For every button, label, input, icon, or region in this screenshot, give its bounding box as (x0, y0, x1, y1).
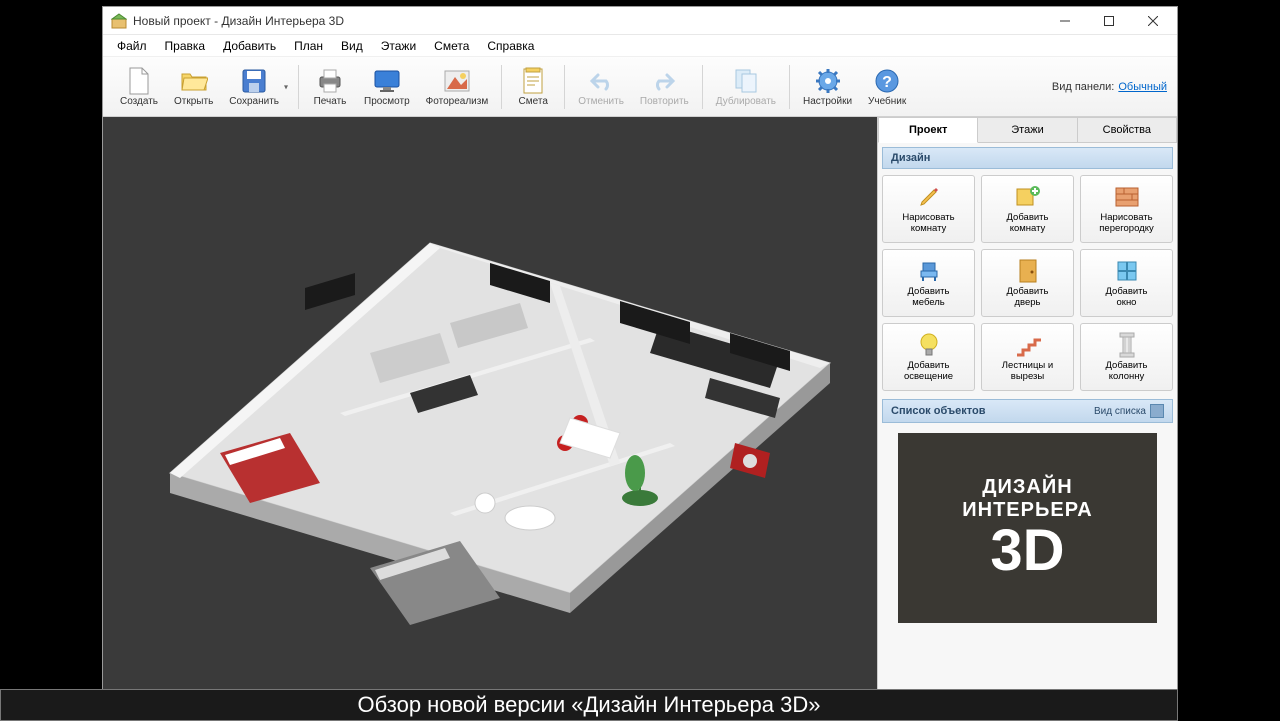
add-light-button[interactable]: Добавить освещение (882, 323, 975, 391)
window-title: Новый проект - Дизайн Интерьера 3D (133, 14, 1043, 28)
preview-button[interactable]: Просмотр (357, 60, 417, 114)
monitor-icon (373, 67, 401, 95)
redo-icon (650, 67, 678, 95)
svg-text:?: ? (882, 74, 892, 91)
3d-viewport[interactable] (103, 117, 877, 689)
titlebar: Новый проект - Дизайн Интерьера 3D (103, 7, 1177, 35)
window-icon (1114, 258, 1140, 284)
panel-mode: Вид панели: Обычный (1052, 81, 1167, 93)
save-icon (240, 67, 268, 95)
add-door-button[interactable]: Добавить дверь (981, 249, 1074, 317)
close-button[interactable] (1131, 7, 1175, 35)
create-button[interactable]: Создать (113, 60, 165, 114)
draw-room-button[interactable]: Нарисовать комнату (882, 175, 975, 243)
add-column-button[interactable]: Добавить колонну (1080, 323, 1173, 391)
menu-view[interactable]: Вид (333, 37, 371, 55)
maximize-button[interactable] (1087, 7, 1131, 35)
redo-button[interactable]: Повторить (633, 60, 696, 114)
app-window: Новый проект - Дизайн Интерьера 3D Файл … (102, 6, 1178, 690)
side-panel: Проект Этажи Свойства Дизайн Нарисовать … (877, 117, 1177, 689)
add-furniture-button[interactable]: Добавить мебель (882, 249, 975, 317)
side-tabs: Проект Этажи Свойства (878, 117, 1177, 143)
minimize-button[interactable] (1043, 7, 1087, 35)
stairs-button[interactable]: Лестницы и вырезы (981, 323, 1074, 391)
menu-file[interactable]: Файл (109, 37, 155, 55)
objects-list-header: Список объектов Вид списка (882, 399, 1173, 423)
open-button[interactable]: Открыть (167, 60, 220, 114)
duplicate-button[interactable]: Дублировать (709, 60, 783, 114)
app-icon (111, 13, 127, 29)
help-button[interactable]: ? Учебник (861, 60, 913, 114)
new-file-icon (125, 67, 153, 95)
column-icon (1114, 332, 1140, 358)
estimate-icon (519, 67, 547, 95)
bulb-icon (916, 332, 942, 358)
folder-open-icon (180, 67, 208, 95)
help-icon: ? (873, 67, 901, 95)
photoreal-button[interactable]: Фотореализм (419, 60, 496, 114)
gear-icon (814, 67, 842, 95)
print-button[interactable]: Печать (305, 60, 355, 114)
view-list-link[interactable]: Вид списка (1094, 406, 1146, 417)
render-icon (443, 67, 471, 95)
tab-properties[interactable]: Свойства (1078, 117, 1177, 143)
tab-project[interactable]: Проект (878, 117, 978, 143)
settings-button[interactable]: Настройки (796, 60, 859, 114)
menu-help[interactable]: Справка (479, 37, 542, 55)
video-caption: Обзор новой версии «Дизайн Интерьера 3D» (0, 689, 1178, 721)
menu-floors[interactable]: Этажи (373, 37, 424, 55)
room-plus-icon (1015, 184, 1041, 210)
undo-button[interactable]: Отменить (571, 60, 631, 114)
save-button[interactable]: Сохранить (222, 60, 292, 114)
toolbar: Создать Открыть Сохранить Печать Просмот… (103, 57, 1177, 117)
chair-icon (916, 258, 942, 284)
add-room-button[interactable]: Добавить комнату (981, 175, 1074, 243)
duplicate-icon (732, 67, 760, 95)
printer-icon (316, 67, 344, 95)
add-window-button[interactable]: Добавить окно (1080, 249, 1173, 317)
door-icon (1015, 258, 1041, 284)
panel-mode-link[interactable]: Обычный (1118, 81, 1167, 93)
menu-estimate[interactable]: Смета (426, 37, 477, 55)
undo-icon (587, 67, 615, 95)
menu-plan[interactable]: План (286, 37, 331, 55)
view-list-icon[interactable] (1150, 404, 1164, 418)
menubar: Файл Правка Добавить План Вид Этажи Смет… (103, 35, 1177, 57)
promo-logo: ДИЗАЙН ИНТЕРЬЕРА 3D (898, 433, 1157, 623)
wall-icon (1114, 184, 1140, 210)
menu-add[interactable]: Добавить (215, 37, 284, 55)
stairs-icon (1015, 332, 1041, 358)
draw-partition-button[interactable]: Нарисовать перегородку (1080, 175, 1173, 243)
tab-floors[interactable]: Этажи (978, 117, 1077, 143)
menu-edit[interactable]: Правка (157, 37, 214, 55)
estimate-button[interactable]: Смета (508, 60, 558, 114)
pencil-icon (916, 184, 942, 210)
design-section-header: Дизайн (882, 147, 1173, 169)
floorplan-render (120, 143, 860, 663)
